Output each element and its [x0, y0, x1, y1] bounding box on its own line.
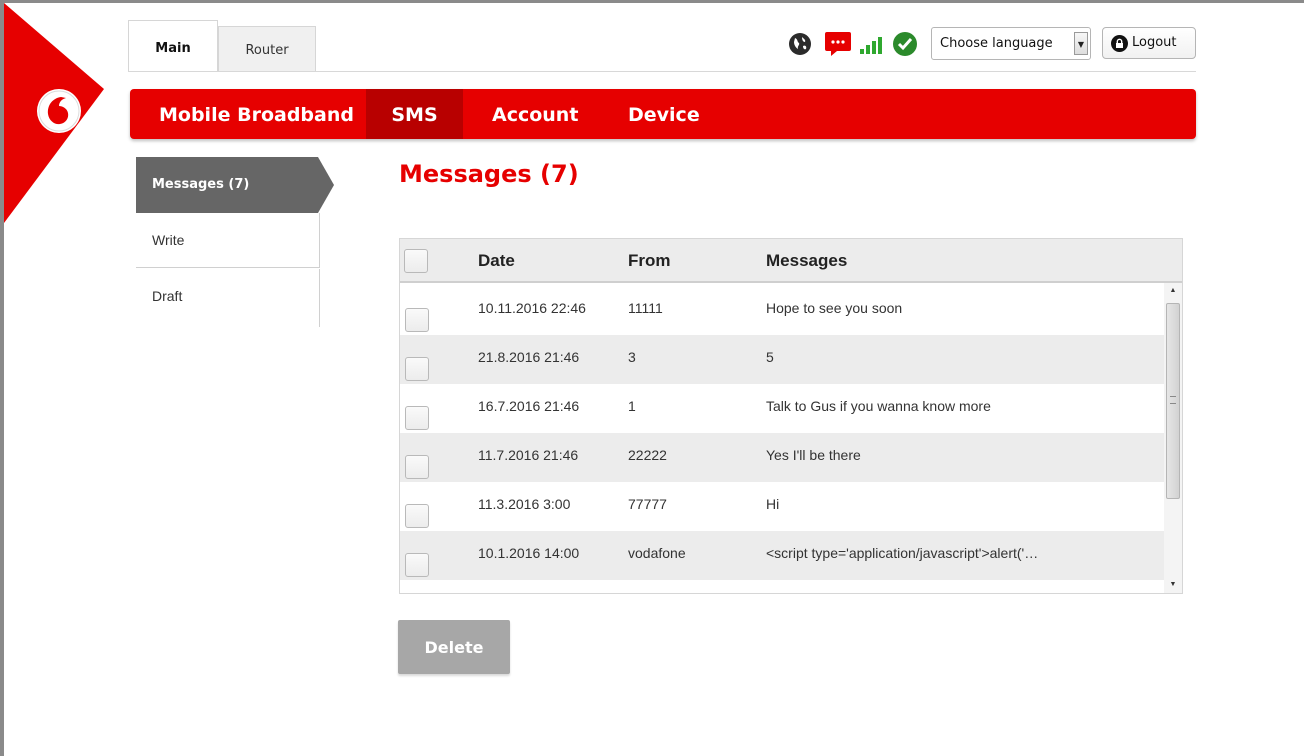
row-date: 11.7.2016 21:46: [478, 447, 579, 463]
row-date: 10.11.2016 22:46: [478, 300, 586, 316]
delete-button[interactable]: Delete: [398, 620, 510, 674]
vodafone-logo[interactable]: [36, 88, 82, 134]
table-row[interactable]: 21.8.2016 21:46 3 5: [400, 335, 1164, 384]
nav-sms[interactable]: SMS: [366, 89, 463, 139]
subnav-item-label: Draft: [152, 288, 183, 304]
table-scrollbar[interactable]: ▲ ▼: [1164, 283, 1182, 593]
sms-icon[interactable]: [824, 30, 852, 58]
scroll-thumb[interactable]: [1166, 303, 1180, 499]
row-message: Yes I'll be there: [766, 447, 861, 463]
subnav-item-label: Write: [152, 232, 185, 248]
row-from: 22222: [628, 447, 667, 463]
logout-button[interactable]: Logout: [1102, 27, 1196, 59]
tab-main[interactable]: Main: [128, 20, 218, 72]
main-nav: Mobile Broadband SMS Account Device: [130, 89, 1196, 139]
table-row[interactable]: 11.3.2016 3:00 77777 Hi: [400, 482, 1164, 531]
subnav-item-label: Messages (7): [152, 177, 250, 192]
scroll-up-arrow-icon[interactable]: ▲: [1164, 283, 1182, 299]
scroll-down-arrow-icon[interactable]: ▼: [1164, 577, 1182, 593]
row-message: <script type='application/javascript'>al…: [766, 545, 1039, 561]
tab-router[interactable]: Router: [218, 26, 316, 72]
messages-table: Date From Messages 10.11.2016 22:46 1111…: [399, 238, 1183, 594]
scroll-grip-icon: [1170, 396, 1176, 404]
lock-icon: [1111, 35, 1128, 52]
row-message: Hi: [766, 496, 780, 512]
row-checkbox[interactable]: [405, 308, 429, 332]
tabs-divider: [128, 71, 1196, 72]
nav-mobile-broadband[interactable]: Mobile Broadband: [159, 89, 354, 139]
column-header-date[interactable]: Date: [478, 251, 515, 271]
row-from: vodafone: [628, 545, 686, 561]
language-select-value: Choose language: [940, 36, 1053, 51]
row-message: Talk to Gus if you wanna know more: [766, 398, 991, 414]
select-all-checkbox[interactable]: [404, 249, 428, 273]
subnav-item-draft[interactable]: Draft: [136, 269, 320, 327]
column-header-messages[interactable]: Messages: [766, 251, 847, 271]
logout-label: Logout: [1132, 35, 1177, 50]
row-date: 21.8.2016 21:46: [478, 349, 580, 365]
active-arrow: [318, 157, 334, 213]
row-checkbox[interactable]: [405, 553, 429, 577]
nav-device[interactable]: Device: [628, 89, 700, 139]
subnav-item-write[interactable]: Write: [136, 213, 320, 268]
row-message: Hope to see you soon: [766, 300, 903, 316]
row-from: 1: [628, 398, 636, 414]
table-row[interactable]: 11.7.2016 21:46 22222 Yes I'll be there: [400, 433, 1164, 482]
subnav-item-messages[interactable]: Messages (7): [136, 157, 334, 213]
column-header-from[interactable]: From: [628, 251, 671, 271]
row-date: 10.1.2016 14:00: [478, 545, 580, 561]
row-from: 11111: [628, 300, 663, 316]
table-body: 10.11.2016 22:46 11111 Hope to see you s…: [400, 286, 1164, 580]
table-header: Date From Messages: [400, 239, 1182, 283]
table-row[interactable]: 16.7.2016 21:46 1 Talk to Gus if you wan…: [400, 384, 1164, 433]
row-from: 3: [628, 349, 636, 365]
table-row[interactable]: 10.11.2016 22:46 11111 Hope to see you s…: [400, 286, 1164, 335]
row-checkbox[interactable]: [405, 504, 429, 528]
window-border-top: [0, 0, 1304, 3]
table-row[interactable]: 10.1.2016 14:00 vodafone <script type='a…: [400, 531, 1164, 580]
row-checkbox[interactable]: [405, 357, 429, 381]
connected-check-icon: [893, 32, 917, 56]
chevron-down-icon[interactable]: ▼: [1074, 32, 1088, 55]
row-from: 77777: [628, 496, 667, 512]
signal-icon: [860, 37, 882, 54]
language-select[interactable]: Choose language ▼: [931, 27, 1091, 60]
row-date: 16.7.2016 21:46: [478, 398, 580, 414]
page-title: Messages (7): [399, 160, 579, 188]
row-checkbox[interactable]: [405, 455, 429, 479]
row-checkbox[interactable]: [405, 406, 429, 430]
globe-icon: [789, 33, 811, 55]
nav-account[interactable]: Account: [492, 89, 578, 139]
row-message: 5: [766, 349, 774, 365]
row-date: 11.3.2016 3:00: [478, 496, 571, 512]
